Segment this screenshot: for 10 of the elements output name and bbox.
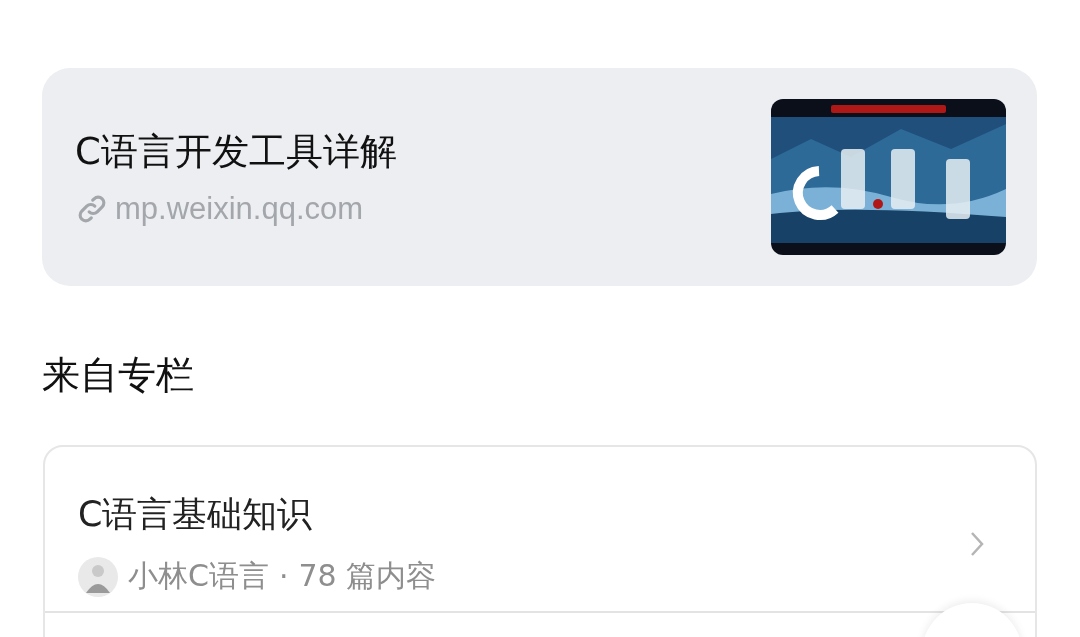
column-author: 小林C语言: [128, 557, 269, 595]
separator: ·: [278, 559, 289, 594]
chevron-icon: [969, 530, 985, 558]
link-url: mp.weixin.qq.com: [115, 191, 364, 227]
link-card[interactable]: C语言开发工具详解 mp.weixin.qq.com: [42, 68, 1037, 286]
avatar-icon: [78, 556, 118, 597]
link-title: C语言开发工具详解: [75, 129, 398, 175]
article-count: 78 篇内容: [298, 557, 437, 595]
section-title: 来自专栏: [42, 352, 194, 399]
column-title: C语言基础知识: [78, 493, 314, 536]
